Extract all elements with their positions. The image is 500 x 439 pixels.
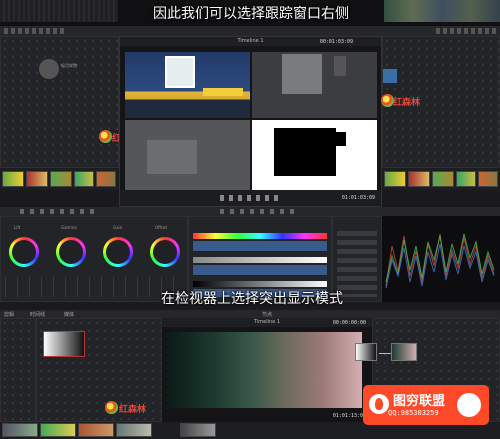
tab-edit[interactable]: 剪辑: [4, 311, 14, 318]
clip-thumb[interactable]: [456, 171, 476, 187]
watermark-brand-bottom: 红森林: [119, 405, 147, 415]
hue-bar[interactable]: [193, 233, 327, 239]
clip-thumb[interactable]: [74, 171, 94, 187]
badge-logo-icon: [369, 394, 389, 414]
clip-thumb[interactable]: [50, 171, 72, 187]
clip-thumb[interactable]: [384, 171, 406, 187]
tab-media[interactable]: 媒体: [64, 311, 74, 318]
viewer-top-transport: 01:01:03:09: [120, 190, 381, 206]
node-connector: [379, 353, 391, 354]
badge-title: 图穷联盟: [393, 394, 446, 409]
viewer-bottom-timecode-bottom: 01:01:13:06: [332, 413, 366, 419]
waveform-scope: [382, 216, 500, 302]
media-thumbnail[interactable]: [43, 331, 85, 357]
key-black-shape: [274, 128, 336, 176]
toolbar-icons-right[interactable]: [436, 28, 496, 34]
viewer-top-timecode-bottom: 01:01:03:09: [341, 195, 375, 201]
quad-original-image: [125, 52, 250, 118]
clip-thumb[interactable]: [2, 423, 38, 437]
gradient-image: [166, 332, 362, 408]
viewer-bottom-timecode: 00:00:00:00: [332, 320, 366, 326]
caption-top: 因此我们可以选择跟踪窗口右侧: [153, 6, 349, 22]
clip-thumb[interactable]: [116, 423, 152, 437]
top-caption-bar: 因此我们可以选择跟踪窗口右侧: [0, 0, 500, 26]
bottom-media-pool[interactable]: 红森林: [36, 318, 162, 422]
wheel-label: Gamma: [61, 225, 77, 230]
gamma-wheel[interactable]: [56, 237, 86, 267]
clip-thumb[interactable]: [478, 171, 498, 187]
viewer-top-timecode: 00:01:03:09: [319, 39, 353, 45]
sat-bar[interactable]: [193, 257, 327, 263]
gray-shape: [282, 54, 322, 94]
tab-timeline[interactable]: 时间线: [30, 311, 45, 318]
clip-thumb[interactable]: [40, 423, 76, 437]
window-shape: [165, 56, 195, 88]
gain-wheel[interactable]: [103, 237, 133, 267]
caption-middle: 在检视器上选择突出显示模式: [161, 291, 343, 307]
logo-circle-icon: [39, 59, 59, 79]
offset-wheel[interactable]: [150, 237, 180, 267]
tree-icon-bottom: [105, 401, 118, 414]
watermark-brand-right: 红森林: [393, 98, 421, 108]
clip-thumb[interactable]: [78, 423, 114, 437]
key-black-shape-2: [336, 132, 346, 146]
clip-thumb[interactable]: [26, 171, 48, 187]
viewer-top[interactable]: Timeline 1 00:01:03:09 01:01:03:09: [119, 36, 382, 207]
sat-range[interactable]: [193, 265, 327, 275]
gray-shape-2: [334, 56, 346, 76]
promo-badge: 图穷联盟 QQ:985303259: [363, 385, 489, 425]
tree-icon: [99, 130, 112, 143]
clip-thumb[interactable]: [432, 171, 454, 187]
color-toolbar: [0, 207, 500, 216]
transport-controls[interactable]: [220, 195, 280, 201]
badge-flame-icon: [457, 393, 481, 417]
viewer-bottom[interactable]: Timeline 1 00:00:00:00 01:01:13:06: [162, 318, 372, 422]
bottom-tabbar: 剪辑 时间线 媒体 节点: [0, 310, 500, 318]
watermark-logo-text: 轻月学院: [61, 63, 77, 68]
hue-range[interactable]: [193, 241, 327, 251]
gallery-panel: 轻月学院 红森林: [0, 36, 139, 168]
clip-thumb[interactable]: [96, 171, 116, 187]
bench-shape: [203, 88, 243, 96]
node-panel-top[interactable]: 红森林: [381, 36, 500, 168]
waveform-svg: [385, 233, 495, 289]
clip-thumb[interactable]: [2, 171, 24, 187]
badge-subtitle: QQ:985303259: [388, 409, 439, 417]
matte-shape: [147, 140, 197, 174]
clip-strip-right: [382, 168, 500, 190]
wheel-label: Gain: [113, 225, 123, 230]
wheel-label: Offset: [155, 225, 168, 230]
node-title: 节点: [262, 312, 273, 318]
quad-matte-gray: [125, 120, 250, 190]
quad-key-bw: [252, 120, 377, 190]
node-thumb-1[interactable]: [355, 343, 377, 361]
bottom-bin-list[interactable]: [0, 318, 36, 422]
node-thumb-2[interactable]: [391, 343, 417, 361]
clip-thumb[interactable]: [408, 171, 430, 187]
clip-thumb[interactable]: [180, 423, 216, 437]
toolbar-icons-left[interactable]: [4, 28, 64, 34]
color-toolbar-icons[interactable]: [20, 209, 100, 214]
clip-strip-left: [0, 168, 119, 190]
color-toolbar-icons-mid[interactable]: [220, 209, 300, 214]
top-toolbar: [0, 26, 500, 36]
top-right-thumbnail-strip: [384, 0, 500, 22]
lift-wheel[interactable]: [9, 237, 39, 267]
quad-highlight-gray: [252, 52, 377, 118]
lum-bar[interactable]: [193, 281, 327, 287]
node-box[interactable]: [383, 69, 397, 83]
wheel-label: Lift: [14, 225, 21, 230]
top-left-strip: [0, 0, 118, 22]
